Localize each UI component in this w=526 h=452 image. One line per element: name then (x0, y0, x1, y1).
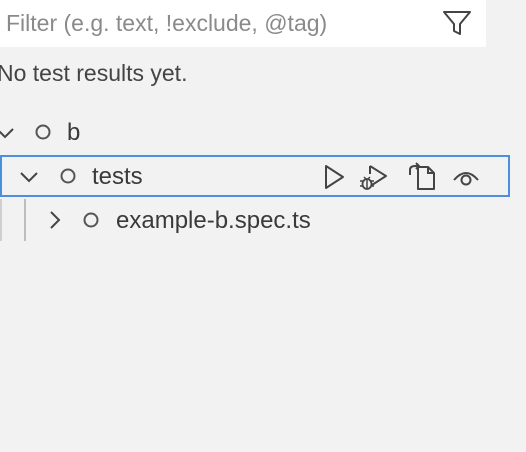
not-run-status-icon (60, 168, 76, 184)
no-results-message: No test results yet. (0, 60, 188, 86)
filter-input[interactable] (6, 0, 426, 46)
filter-icon[interactable] (442, 9, 472, 37)
watch-icon[interactable] (451, 162, 481, 192)
tree-item-b[interactable]: b (0, 112, 510, 154)
tree-item-example-b-spec[interactable]: example-b.spec.ts (0, 199, 510, 241)
go-to-test-icon[interactable] (407, 162, 437, 192)
not-run-status-icon (35, 124, 51, 140)
tree-item-label: example-b.spec.ts (116, 207, 311, 234)
chevron-down-icon[interactable] (0, 124, 16, 142)
tree-item-tests[interactable]: tests (0, 155, 510, 197)
not-run-status-icon (83, 212, 99, 228)
tree-item-label: tests (92, 163, 143, 190)
filter-box (0, 0, 486, 47)
chevron-down-icon[interactable] (18, 168, 40, 186)
run-test-icon[interactable] (318, 162, 348, 192)
chevron-right-icon[interactable] (46, 209, 64, 231)
debug-test-icon[interactable] (358, 162, 388, 192)
tree-item-label: b (67, 119, 81, 146)
